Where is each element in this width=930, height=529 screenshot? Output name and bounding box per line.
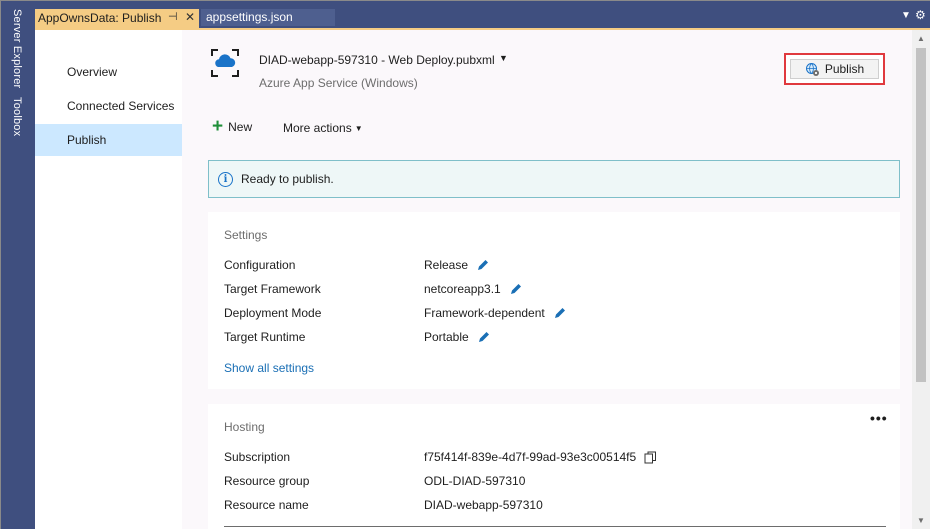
settings-gear-icon[interactable]: ⚙ <box>915 8 926 22</box>
settings-title: Settings <box>224 228 268 242</box>
publish-document: Overview Connected Services Publish DIAD… <box>35 28 930 529</box>
deployment-mode-label: Deployment Mode <box>224 306 322 320</box>
server-explorer-tab[interactable]: Server Explorer <box>11 9 23 88</box>
publish-button-highlight: Publish <box>784 53 885 85</box>
subscription-value: f75f414f-839e-4d7f-99ad-93e3c00514f5 <box>424 450 657 464</box>
document-tab-strip: AppOwnsData: Publish ⊣ ✕ appsettings.jso… <box>35 1 930 28</box>
status-banner: i Ready to publish. <box>208 160 900 198</box>
target-runtime-value: Portable <box>424 330 491 344</box>
divider <box>224 526 886 527</box>
target-framework-value: netcoreapp3.1 <box>424 282 523 296</box>
scroll-up-icon[interactable]: ▲ <box>917 34 925 43</box>
publish-button[interactable]: Publish <box>790 59 879 79</box>
hosting-title: Hosting <box>224 420 265 434</box>
edit-pencil-icon[interactable] <box>476 258 490 272</box>
scrollbar-thumb[interactable] <box>916 48 926 382</box>
more-actions-label: More actions <box>283 121 352 135</box>
target-runtime-text: Portable <box>424 330 469 344</box>
vertical-scrollbar[interactable]: ▲ ▼ <box>912 30 930 529</box>
deployment-mode-text: Framework-dependent <box>424 306 545 320</box>
edit-pencil-icon[interactable] <box>553 306 567 320</box>
tab-appsettings-json[interactable]: appsettings.json <box>201 9 335 26</box>
resource-group-value: ODL-DIAD-597310 <box>424 474 525 488</box>
subscription-label: Subscription <box>224 450 291 464</box>
status-text: Ready to publish. <box>241 172 334 186</box>
show-all-settings-link[interactable]: Show all settings <box>224 361 314 375</box>
configuration-label: Configuration <box>224 258 296 272</box>
ide-window: Server Explorer Toolbox AppOwnsData: Pub… <box>0 0 930 529</box>
resource-group-text: ODL-DIAD-597310 <box>424 474 526 488</box>
new-profile-button[interactable]: + New <box>212 116 253 137</box>
nav-item-overview[interactable]: Overview <box>35 56 182 88</box>
nav-item-publish[interactable]: Publish <box>35 124 182 156</box>
configuration-value: Release <box>424 258 490 272</box>
plus-icon: + <box>212 116 224 137</box>
publish-target-type: Azure App Service (Windows) <box>259 76 418 90</box>
hosting-card: Hosting ••• Subscription f75f414f-839e-4… <box>208 404 900 529</box>
resource-name-value: DIAD-webapp-597310 <box>424 498 543 512</box>
configuration-text: Release <box>424 258 469 272</box>
subscription-text: f75f414f-839e-4d7f-99ad-93e3c00514f5 <box>424 450 637 464</box>
resource-name-text: DIAD-webapp-597310 <box>424 498 543 512</box>
publish-nav: Overview Connected Services Publish <box>35 30 182 529</box>
pin-icon[interactable]: ⊣ <box>168 10 178 23</box>
resource-name-label: Resource name <box>224 498 309 512</box>
publish-button-label: Publish <box>824 62 865 76</box>
close-icon[interactable]: ✕ <box>185 10 195 24</box>
resource-group-label: Resource group <box>224 474 310 488</box>
tab-label: AppOwnsData: Publish <box>38 11 162 25</box>
target-framework-text: netcoreapp3.1 <box>424 282 501 296</box>
new-label: New <box>228 120 253 134</box>
more-options-icon[interactable]: ••• <box>870 410 888 426</box>
target-framework-label: Target Framework <box>224 282 321 296</box>
globe-gear-icon <box>805 62 819 76</box>
tab-list-dropdown-icon[interactable]: ▼ <box>901 10 911 21</box>
profile-dropdown-icon[interactable]: ▼ <box>499 53 508 63</box>
copy-icon[interactable] <box>644 451 657 464</box>
cloud-service-icon <box>211 49 239 77</box>
toolbox-tab[interactable]: Toolbox <box>11 97 23 136</box>
target-runtime-label: Target Runtime <box>224 330 306 344</box>
info-icon: i <box>218 171 233 187</box>
edit-pencil-icon[interactable] <box>477 330 491 344</box>
tool-window-bar: Server Explorer Toolbox <box>1 1 35 529</box>
publish-content: DIAD-webapp-597310 - Web Deploy.pubxml ▼… <box>182 30 912 529</box>
deployment-mode-value: Framework-dependent <box>424 306 567 320</box>
settings-card: Settings Configuration Release Target Fr… <box>208 212 900 389</box>
chevron-down-icon: ▼ <box>354 124 363 133</box>
tab-appownsdata-publish[interactable]: AppOwnsData: Publish ⊣ ✕ <box>35 9 199 28</box>
nav-item-connected-services[interactable]: Connected Services <box>35 90 182 122</box>
scroll-down-icon[interactable]: ▼ <box>917 516 925 525</box>
tab-label: appsettings.json <box>206 10 293 24</box>
more-actions-button[interactable]: More actions ▼ <box>283 121 363 135</box>
publish-profile-name[interactable]: DIAD-webapp-597310 - Web Deploy.pubxml <box>259 53 495 67</box>
edit-pencil-icon[interactable] <box>509 282 523 296</box>
